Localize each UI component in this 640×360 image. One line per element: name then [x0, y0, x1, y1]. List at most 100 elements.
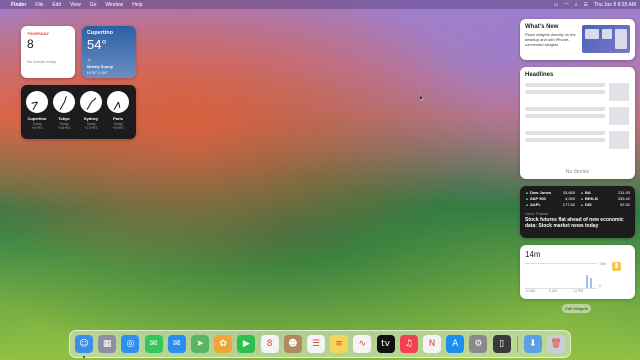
downloads-icon[interactable]: ⬇	[523, 335, 542, 353]
calendar-icon[interactable]: 8	[260, 335, 279, 353]
stock-trend-icon: ▲	[525, 196, 529, 201]
mail-icon[interactable]: ✉	[167, 335, 186, 353]
stocks-widget[interactable]: ▲ Dow Jones 33,665 ▲ S&P 500 4,269 ▲ AAP…	[520, 186, 635, 238]
clock-paris: Paris Today +9HRS	[105, 91, 131, 130]
notes-icon[interactable]: ≡	[330, 335, 349, 353]
clock-offset: +17HRS	[84, 126, 98, 130]
maps-icon[interactable]: ➤	[191, 335, 209, 353]
iphone-mirroring-icon[interactable]: ▯	[492, 335, 511, 353]
clock-offset: +16HRS	[57, 126, 71, 130]
menu-help[interactable]: Help	[132, 2, 142, 8]
news-icon[interactable]: N	[423, 335, 441, 353]
clock-sydney: Sydney Today +17HRS	[78, 91, 104, 130]
stock-row: ▲ S&P 500 4,269	[525, 196, 575, 201]
freeform-icon[interactable]: ∿	[353, 335, 372, 353]
facetime-icon[interactable]: ▶	[237, 335, 256, 353]
stock-value: 33,665	[562, 190, 575, 195]
screen-time-chart	[525, 263, 597, 289]
preview-widget-tile	[602, 29, 612, 39]
screen-time-x-label: 12 AM	[525, 289, 535, 293]
screen-time-bar	[586, 275, 589, 288]
messages-icon[interactable]: ✉	[144, 335, 163, 353]
battery-icon[interactable]: ▭	[554, 2, 559, 8]
finder-icon[interactable]: ☺	[75, 335, 93, 353]
weather-city: Cupertino	[87, 30, 113, 36]
calendar-day: 8	[27, 37, 34, 51]
stock-symbol: DIS	[584, 202, 592, 207]
menu-clock[interactable]: Thu Jun 8 8:35 AM	[594, 2, 636, 8]
preview-widget-tile	[615, 29, 627, 49]
stock-symbol: BA	[584, 190, 591, 195]
weather-widget[interactable]: Cupertino 54° ☀ Mostly Sunny H:76° L:54°	[82, 26, 136, 78]
music-icon[interactable]: ♫	[399, 335, 418, 353]
stock-value: 4,269	[564, 196, 575, 201]
clock-minute-hand	[59, 101, 65, 111]
stock-row: ▲ Dow Jones 33,665	[525, 190, 575, 195]
stock-trend-icon: ▲	[525, 202, 529, 207]
menu-window[interactable]: Window	[105, 2, 123, 8]
menu-edit[interactable]: Edit	[52, 2, 61, 8]
stock-symbol: Dow Jones	[529, 190, 552, 195]
stock-row: ▲ BRK-B 335.42	[580, 196, 630, 201]
clock-face	[53, 91, 75, 113]
photos-icon[interactable]: ✿	[214, 335, 233, 353]
app-store-icon[interactable]: A	[446, 335, 465, 353]
stock-value: 92.52	[619, 202, 630, 207]
stock-row: ▲ BA 211.93	[580, 190, 630, 195]
clock-city: Paris	[113, 116, 123, 121]
screen-time-y-max: 15m	[599, 262, 606, 266]
stock-symbol: BRK-B	[584, 196, 598, 201]
screen-time-total: 14m	[525, 250, 541, 259]
clock-offset: +0HRS	[31, 126, 43, 130]
status-area: ▭ ◠ ⌕ ☰ Thu Jun 8 8:35 AM	[554, 2, 636, 8]
screen-time-bar	[589, 278, 592, 288]
stock-symbol: S&P 500	[529, 196, 546, 201]
calendar-widget[interactable]: THURSDAY 8 No events today	[21, 26, 75, 78]
clock-minute-hand	[86, 101, 92, 111]
system-settings-icon[interactable]: ⚙	[469, 335, 488, 353]
headline-placeholder	[525, 83, 605, 87]
screen-time-y-min: 0	[599, 284, 601, 288]
search-icon[interactable]: ⌕	[575, 2, 578, 8]
world-clock-widget[interactable]: Cupertino Today +0HRS Tokyo Today +16HRS…	[21, 85, 136, 139]
headline-placeholder	[525, 131, 605, 135]
stock-row: ▲ DIS 92.52	[580, 202, 630, 207]
stock-trend-icon: ▲	[580, 202, 584, 207]
headline-thumbnail-placeholder	[609, 83, 629, 101]
running-indicator	[83, 355, 85, 358]
preview-widget-tile	[585, 29, 599, 39]
clock-face	[80, 91, 102, 113]
headline-thumbnail-placeholder	[609, 131, 629, 149]
calendar-weekday: THURSDAY	[27, 31, 49, 36]
stock-value: 177.82	[562, 202, 575, 207]
edit-widgets-button[interactable]: Edit Widgets	[562, 304, 591, 313]
stock-symbol: AAPL	[529, 202, 541, 207]
launchpad-icon[interactable]: ▦	[98, 335, 117, 353]
contacts-icon[interactable]: ☻	[283, 335, 302, 353]
control-center-icon[interactable]: ☰	[584, 2, 588, 8]
clock-city: Cupertino	[27, 116, 47, 121]
headlines-widget[interactable]: Headlines No Stories	[520, 67, 635, 179]
menu-bar: Finder File Edit View Go Window Help ▭ ◠…	[0, 0, 640, 9]
safari-icon[interactable]: ◎	[121, 335, 140, 353]
menu-file[interactable]: File	[35, 2, 43, 8]
whats-new-widget[interactable]: What's New Place widgets directly on the…	[520, 19, 635, 60]
clock-face	[107, 91, 129, 113]
headline-placeholder	[525, 107, 605, 111]
stock-row: ▲ AAPL 177.82	[525, 202, 575, 207]
stocks-news-headline[interactable]: Stock futures flat ahead of new economic…	[525, 217, 625, 229]
dock: ☺ ▦ ◎ ✉ ✉ ➤ ✿ ▶ 8 ☻ ☰ ≡ ∿ tv ♫ N A ⚙ ▯ ⬇ 🗑	[69, 330, 571, 358]
screen-time-widget[interactable]: 14m 15m 0 12 AM 6 AM 12 PM ▮	[520, 245, 635, 299]
stock-value: 335.42	[617, 196, 630, 201]
trash-icon[interactable]: 🗑	[547, 335, 565, 353]
wifi-icon[interactable]: ◠	[564, 2, 568, 8]
menu-view[interactable]: View	[70, 2, 81, 8]
headline-placeholder	[525, 114, 605, 118]
headline-thumbnail-placeholder	[609, 107, 629, 125]
dock-separator	[516, 336, 518, 353]
menu-app-name[interactable]: Finder	[11, 2, 26, 8]
mouse-cursor-icon	[420, 95, 424, 101]
menu-go[interactable]: Go	[90, 2, 97, 8]
tv-icon[interactable]: tv	[376, 335, 395, 353]
reminders-icon[interactable]: ☰	[307, 335, 325, 353]
